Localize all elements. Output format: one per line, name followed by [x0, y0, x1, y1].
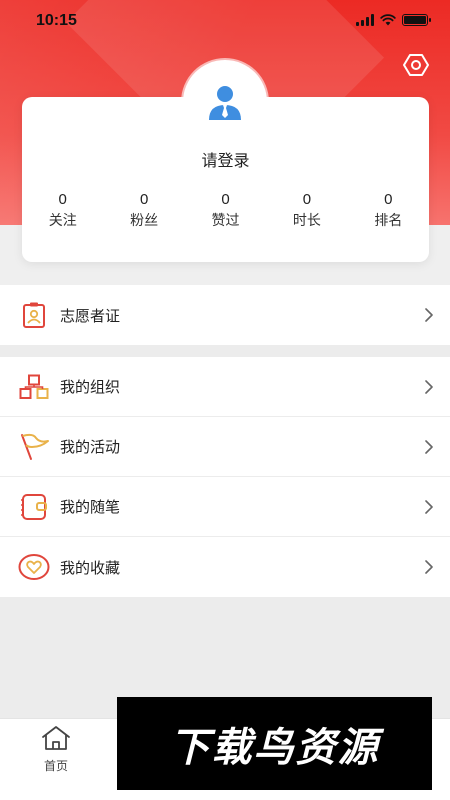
stat-label: 赞过 — [211, 213, 240, 229]
stat-value: 0 — [302, 191, 312, 208]
login-prompt[interactable]: 请登录 — [22, 147, 429, 171]
status-icons — [356, 14, 431, 26]
id-badge-icon — [18, 299, 50, 331]
menu-group-card: 志愿者证 — [0, 285, 450, 345]
stat-value: 0 — [58, 191, 67, 208]
tab-home[interactable]: 首页 — [26, 725, 86, 774]
signal-icon — [356, 14, 374, 26]
flag-icon — [18, 431, 50, 463]
profile-stats: 0 关注 0 粉丝 0 赞过 0 时长 0 排名 — [22, 191, 429, 230]
chevron-right-icon — [425, 379, 433, 394]
menu-group-personal: 我的组织 我的活动 我的随笔 我的收藏 — [0, 357, 450, 597]
stat-label: 粉丝 — [130, 213, 159, 229]
menu-item-my-activities[interactable]: 我的活动 — [0, 417, 450, 477]
stat-label: 排名 — [374, 213, 403, 229]
stat-value: 0 — [221, 191, 230, 208]
stat-label: 关注 — [48, 213, 77, 229]
tab-label: 首页 — [43, 759, 68, 773]
menu-label: 志愿者证 — [60, 306, 121, 325]
status-time: 10:15 — [36, 12, 77, 29]
menu-item-my-organization[interactable]: 我的组织 — [0, 357, 450, 417]
notebook-icon — [18, 491, 50, 523]
watermark-overlay: 下载鸟资源 — [117, 697, 432, 790]
chevron-right-icon — [425, 499, 433, 514]
stat-following[interactable]: 0 关注 — [22, 191, 103, 230]
heart-icon — [18, 551, 50, 583]
chevron-right-icon — [425, 439, 433, 454]
menu-item-volunteer-card[interactable]: 志愿者证 — [0, 285, 450, 345]
stat-duration[interactable]: 0 时长 — [266, 191, 347, 230]
wifi-icon — [380, 14, 396, 26]
chevron-right-icon — [425, 560, 433, 574]
avatar[interactable] — [183, 60, 267, 144]
status-bar: 10:15 — [0, 0, 450, 44]
menu-item-my-notes[interactable]: 我的随笔 — [0, 477, 450, 537]
menu-label: 我的收藏 — [60, 558, 121, 577]
organization-icon — [18, 371, 50, 403]
battery-icon — [402, 14, 431, 26]
stat-label: 时长 — [292, 213, 321, 229]
stat-value: 0 — [384, 191, 393, 208]
chevron-right-icon — [425, 308, 433, 322]
stat-liked[interactable]: 0 赞过 — [185, 191, 266, 230]
home-icon — [42, 726, 70, 750]
stat-fans[interactable]: 0 粉丝 — [103, 191, 184, 230]
menu-label: 我的随笔 — [60, 498, 121, 516]
watermark-text: 下载鸟资源 — [169, 724, 380, 771]
settings-icon[interactable] — [403, 52, 429, 78]
menu-label: 我的组织 — [60, 378, 121, 396]
stat-ranking[interactable]: 0 排名 — [348, 191, 429, 230]
user-avatar-icon — [209, 86, 241, 120]
menu-label: 我的活动 — [60, 438, 121, 456]
stat-value: 0 — [139, 191, 149, 208]
menu-item-my-favorites[interactable]: 我的收藏 — [0, 537, 450, 597]
